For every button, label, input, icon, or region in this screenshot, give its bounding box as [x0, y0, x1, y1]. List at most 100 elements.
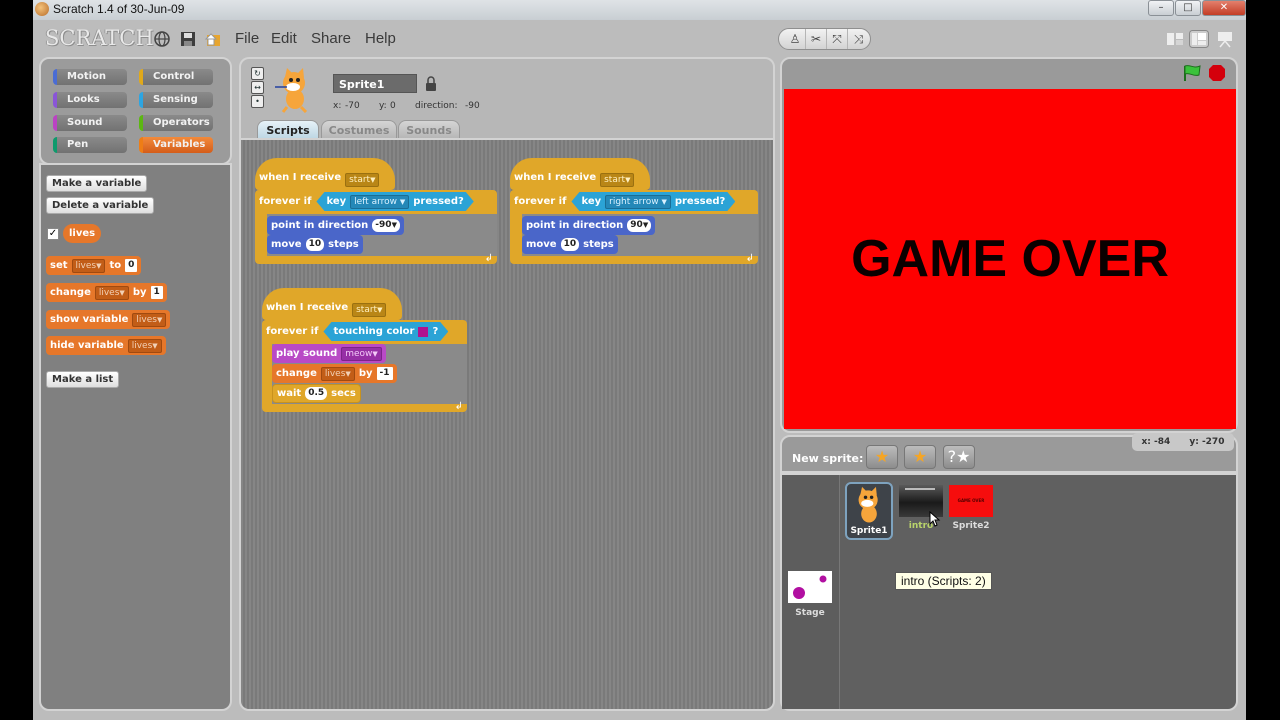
point-in-direction-block[interactable]: point in direction -90▼	[267, 216, 404, 235]
point-in-direction-block[interactable]: point in direction 90▼	[522, 216, 656, 235]
play-sound-block[interactable]: play sound meow▼	[272, 344, 386, 363]
steps-input[interactable]: 10	[305, 238, 325, 251]
sprite-cat-thumbnail	[275, 68, 308, 113]
steps-input[interactable]: 10	[560, 238, 580, 251]
menu-share[interactable]: Share	[311, 30, 351, 47]
key-pressed-condition[interactable]: key right arrow ▼ pressed?	[571, 192, 735, 211]
message-dropdown[interactable]: start▼	[600, 173, 635, 187]
mouse-y-label: y:	[1189, 437, 1199, 447]
paint-new-sprite-button[interactable]: ★	[866, 445, 898, 469]
value-input[interactable]: 0	[125, 259, 138, 272]
menu-help[interactable]: Help	[365, 30, 396, 47]
duplicate-stamp-icon[interactable]: ♙	[785, 29, 806, 49]
category-control[interactable]: Control	[139, 69, 213, 85]
block-label: set	[50, 260, 68, 271]
normal-stage-view-icon[interactable]	[1189, 30, 1209, 48]
forever-if-block[interactable]: forever if key right arrow ▼ pressed? po…	[510, 190, 758, 264]
variable-dropdown[interactable]: lives▼	[71, 258, 106, 273]
close-button[interactable]: ✕	[1202, 0, 1246, 16]
when-i-receive-hat-block[interactable]: when I receive start▼	[510, 158, 650, 190]
lock-icon[interactable]	[425, 76, 437, 91]
when-i-receive-hat-block[interactable]: when I receive start▼	[255, 158, 395, 190]
category-looks[interactable]: Looks	[53, 92, 127, 108]
make-variable-button[interactable]: Make a variable	[46, 175, 148, 192]
globe-icon[interactable]	[153, 30, 171, 48]
move-steps-block[interactable]: move 10 steps	[267, 235, 363, 254]
set-variable-block[interactable]: set lives▼ to 0	[46, 256, 142, 275]
category-pen[interactable]: Pen	[53, 137, 127, 153]
category-motion[interactable]: Motion	[53, 69, 127, 85]
value-input[interactable]: -1	[376, 367, 393, 380]
mouse-coordinates: x: -84 y: -270	[1132, 433, 1234, 451]
choose-sprite-file-button[interactable]: ★	[904, 445, 936, 469]
paintbrush-star-icon: ★	[874, 447, 890, 466]
sprite-x-value: -70	[345, 101, 360, 111]
variable-dropdown[interactable]: lives▼	[127, 338, 162, 353]
tab-sounds[interactable]: Sounds	[398, 120, 460, 140]
delete-scissors-icon[interactable]: ✂	[806, 29, 827, 49]
new-sprite-label: New sprite:	[792, 452, 864, 465]
menu-file[interactable]: File	[235, 30, 259, 47]
variable-dropdown[interactable]: lives▼	[320, 366, 355, 381]
touching-color-condition[interactable]: touching color ?	[323, 322, 448, 341]
rotation-none-icon[interactable]: •	[251, 95, 264, 108]
show-variable-block[interactable]: show variable lives▼	[46, 310, 171, 329]
key-dropdown[interactable]: right arrow ▼	[605, 195, 671, 209]
direction-input[interactable]: 90▼	[627, 219, 652, 232]
stop-sign-icon[interactable]	[1208, 64, 1226, 82]
variable-dropdown[interactable]: lives▼	[132, 312, 167, 327]
variable-visibility-checkbox[interactable]: ✓	[47, 228, 59, 240]
change-variable-block[interactable]: change lives▼ by 1	[46, 283, 167, 302]
direction-input[interactable]: -90▼	[372, 219, 400, 232]
category-operators[interactable]: Operators	[139, 115, 213, 131]
maximize-button[interactable]: □	[1175, 0, 1201, 16]
small-stage-view-icon[interactable]	[1165, 30, 1185, 48]
message-dropdown[interactable]: start▼	[352, 303, 387, 317]
wait-secs-block[interactable]: wait 0.5 secs	[272, 384, 361, 403]
rotation-all-around-icon[interactable]: ↻	[251, 67, 264, 80]
hide-variable-block[interactable]: hide variable lives▼	[46, 336, 166, 355]
sprite-name-field[interactable]: Sprite1	[333, 74, 417, 93]
variable-dropdown[interactable]: lives▼	[94, 285, 129, 300]
tab-scripts[interactable]: Scripts	[257, 120, 319, 140]
surprise-sprite-button[interactable]: ?★	[943, 445, 975, 469]
delete-variable-button[interactable]: Delete a variable	[46, 197, 155, 214]
color-swatch[interactable]	[418, 327, 428, 337]
category-variables[interactable]: Variables	[139, 137, 213, 153]
category-sound[interactable]: Sound	[53, 115, 127, 131]
forever-if-block[interactable]: forever if key left arrow ▼ pressed? poi…	[255, 190, 497, 264]
make-list-button[interactable]: Make a list	[46, 371, 120, 388]
script-touching-color[interactable]: when I receive start▼ forever if touchin…	[262, 288, 472, 418]
sprite-thumb-sprite1[interactable]: Sprite1	[845, 482, 893, 540]
sound-dropdown[interactable]: meow▼	[341, 346, 382, 361]
grow-icon[interactable]: ⤧	[827, 29, 848, 49]
save-icon[interactable]	[179, 30, 197, 48]
scripts-area[interactable]: when I receive start▼ forever if key lef…	[239, 138, 775, 711]
key-dropdown[interactable]: left arrow ▼	[350, 195, 409, 209]
tab-costumes[interactable]: Costumes	[321, 120, 397, 140]
key-pressed-condition[interactable]: key left arrow ▼ pressed?	[316, 192, 473, 211]
stage-thumbnail[interactable]: Stage	[787, 571, 833, 618]
block-label: show variable	[50, 314, 129, 325]
menu-edit[interactable]: Edit	[271, 30, 297, 47]
message-dropdown[interactable]: start▼	[345, 173, 380, 187]
stage-canvas[interactable]: GAME OVER	[784, 89, 1236, 429]
move-steps-block[interactable]: move 10 steps	[522, 235, 618, 254]
sprite-thumb-sprite2[interactable]: GAME OVER Sprite2	[948, 485, 994, 531]
share-folder-icon[interactable]	[204, 30, 222, 48]
category-sensing[interactable]: Sensing	[139, 92, 213, 108]
script-right-arrow[interactable]: when I receive start▼ forever if key rig…	[510, 158, 760, 268]
change-variable-block[interactable]: change lives▼ by -1	[272, 364, 397, 383]
minimize-button[interactable]: –	[1148, 0, 1174, 16]
shrink-icon[interactable]: ⤨	[848, 29, 869, 49]
secs-input[interactable]: 0.5	[305, 387, 328, 400]
green-flag-icon[interactable]	[1182, 64, 1202, 82]
rotation-left-right-icon[interactable]: ↔	[251, 81, 264, 94]
forever-if-block[interactable]: forever if touching color ? play sound m…	[262, 320, 467, 412]
when-i-receive-hat-block[interactable]: when I receive start▼	[262, 288, 402, 320]
sprite-y-label: y:	[379, 101, 387, 111]
script-left-arrow[interactable]: when I receive start▼ forever if key lef…	[255, 158, 499, 268]
presentation-mode-icon[interactable]	[1215, 30, 1235, 48]
variable-reporter-lives[interactable]: lives	[63, 224, 102, 243]
value-input[interactable]: 1	[150, 286, 163, 299]
